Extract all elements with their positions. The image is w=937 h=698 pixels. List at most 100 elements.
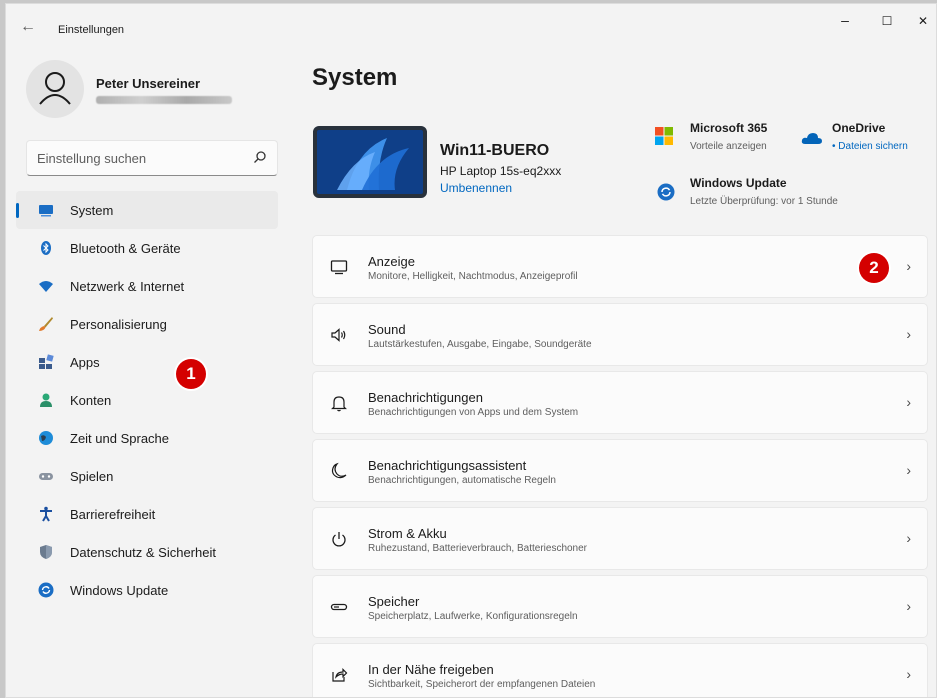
storage-icon — [330, 603, 348, 611]
back-button[interactable]: ← — [20, 18, 36, 36]
minimize-button[interactable]: – — [822, 12, 868, 28]
user-name: Peter Unsereiner — [96, 76, 201, 91]
rename-link[interactable]: Umbenennen — [440, 181, 512, 195]
sidebar-item-label: Apps — [70, 354, 100, 370]
sidebar-item-label: Personalisierung — [70, 316, 167, 332]
chevron-right-icon: › — [906, 530, 911, 546]
device-name: Win11-BUERO — [440, 142, 550, 159]
settings-card-nearby-sharing[interactable]: In der Nähe freigeben Sichtbarkeit, Spei… — [312, 643, 928, 697]
system-icon — [39, 205, 53, 217]
sidebar-item-system[interactable]: System — [16, 191, 278, 229]
sidebar-item-label: Windows Update — [70, 582, 169, 598]
power-icon — [332, 532, 346, 547]
search-input[interactable]: Einstellung suchen — [37, 151, 146, 166]
network-icon — [39, 281, 53, 292]
sidebar-item-privacy-security[interactable]: Datenschutz & Sicherheit — [16, 533, 278, 571]
card-subtitle: Sichtbarkeit, Speicherort der empfangene… — [368, 679, 596, 690]
settings-list: Anzeige Monitore, Helligkeit, Nachtmodus… — [312, 235, 928, 697]
device-model: HP Laptop 15s-eq2xxx — [440, 164, 562, 178]
sidebar-nav: System Bluetooth & Geräte Netzwerk & Int… — [16, 191, 278, 609]
account-icon — [40, 393, 52, 407]
card-title: Sound — [368, 322, 406, 337]
search-icon[interactable] — [253, 150, 267, 164]
onedrive-icon — [801, 133, 822, 144]
globe-icon — [39, 431, 53, 445]
device-image — [313, 126, 427, 198]
settings-window: ← Einstellungen – ☐ ✕ Peter Unsereiner E… — [5, 3, 937, 698]
chevron-right-icon: › — [906, 258, 911, 274]
chevron-right-icon: › — [906, 326, 911, 342]
card-subtitle: Lautstärkestufen, Ausgabe, Eingabe, Soun… — [368, 339, 592, 350]
active-indicator — [16, 203, 19, 218]
card-subtitle: Ruhezustand, Batterieverbrauch, Batterie… — [368, 543, 588, 554]
accessibility-icon — [40, 506, 52, 522]
sidebar-item-time-language[interactable]: Zeit und Sprache — [16, 419, 278, 457]
sidebar-item-label: Barrierefreiheit — [70, 506, 156, 522]
settings-card-display[interactable]: Anzeige Monitore, Helligkeit, Nachtmodus… — [312, 235, 928, 298]
sidebar-item-bluetooth[interactable]: Bluetooth & Geräte — [16, 229, 278, 267]
annotation-badge-2: 2 — [859, 253, 889, 283]
chevron-right-icon: › — [906, 462, 911, 478]
windows-update-sub: Letzte Überprüfung: vor 1 Stunde — [690, 196, 838, 207]
chevron-right-icon: › — [906, 666, 911, 682]
gamepad-icon — [39, 473, 53, 480]
sidebar-item-label: Spielen — [70, 468, 114, 484]
title-bar: ← Einstellungen – ☐ ✕ — [6, 4, 936, 48]
apps-icon — [39, 354, 54, 369]
sidebar-item-apps[interactable]: Apps — [16, 343, 278, 381]
sidebar-item-label: Zeit und Sprache — [70, 430, 170, 446]
brush-icon — [39, 317, 53, 331]
sidebar-item-label: Bluetooth & Geräte — [70, 240, 181, 256]
update-icon — [38, 582, 54, 598]
card-title: Benachrichtigungsassistent — [368, 458, 527, 473]
windows-update-icon — [657, 183, 675, 201]
microsoft-365-sub: Vorteile anzeigen — [690, 141, 767, 152]
card-title: Anzeige — [368, 254, 415, 269]
monitor-icon — [330, 260, 348, 275]
search-box[interactable]: Einstellung suchen — [26, 140, 278, 176]
sidebar-item-windows-update[interactable]: Windows Update — [16, 571, 278, 609]
card-title: Speicher — [368, 594, 420, 609]
close-button[interactable]: ✕ — [900, 14, 936, 28]
window-title: Einstellungen — [58, 24, 125, 36]
card-subtitle: Benachrichtigungen von Apps und dem Syst… — [368, 407, 579, 418]
onedrive-sub: • Dateien sichern — [832, 141, 908, 152]
settings-card-sound[interactable]: Sound Lautstärkestufen, Ausgabe, Eingabe… — [312, 303, 928, 366]
settings-card-notifications[interactable]: Benachrichtigungen Benachrichtigungen vo… — [312, 371, 928, 434]
settings-card-storage[interactable]: Speicher Speicherplatz, Laufwerke, Konfi… — [312, 575, 928, 638]
sidebar-item-label: Netzwerk & Internet — [70, 278, 185, 294]
card-title: In der Nähe freigeben — [368, 662, 494, 677]
sidebar-item-label: Konten — [70, 392, 112, 408]
chevron-right-icon: › — [906, 394, 911, 410]
share-icon — [332, 668, 348, 682]
onedrive-title: OneDrive — [832, 121, 886, 135]
avatar[interactable] — [26, 60, 84, 118]
shield-icon — [40, 545, 52, 559]
card-subtitle: Speicherplatz, Laufwerke, Konfigurations… — [368, 611, 578, 622]
sidebar-item-label: System — [70, 202, 114, 218]
user-email-redacted — [96, 96, 232, 104]
card-title: Benachrichtigungen — [368, 390, 483, 405]
card-subtitle: Monitore, Helligkeit, Nachtmodus, Anzeig… — [368, 271, 578, 282]
page-title: System — [312, 64, 398, 91]
settings-card-focus-assist[interactable]: Benachrichtigungsassistent Benachrichtig… — [312, 439, 928, 502]
bluetooth-icon — [41, 241, 51, 255]
windows-bloom-wallpaper — [317, 130, 423, 194]
windows-update-title: Windows Update — [690, 176, 787, 190]
person-icon — [39, 72, 71, 105]
chevron-right-icon: › — [906, 598, 911, 614]
bell-icon — [331, 396, 347, 412]
sidebar-item-network[interactable]: Netzwerk & Internet — [16, 267, 278, 305]
sidebar-item-accessibility[interactable]: Barrierefreiheit — [16, 495, 278, 533]
sidebar-item-gaming[interactable]: Spielen — [16, 457, 278, 495]
speaker-icon — [331, 328, 346, 342]
microsoft-365-title: Microsoft 365 — [690, 121, 768, 135]
settings-card-power-battery[interactable]: Strom & Akku Ruhezustand, Batterieverbra… — [312, 507, 928, 570]
moon-icon — [331, 462, 347, 479]
microsoft-365-icon — [655, 127, 673, 145]
sidebar-item-label: Datenschutz & Sicherheit — [70, 544, 216, 560]
card-title: Strom & Akku — [368, 526, 447, 541]
sidebar-item-accounts[interactable]: Konten — [16, 381, 278, 419]
annotation-badge-1: 1 — [176, 359, 206, 389]
sidebar-item-personalization[interactable]: Personalisierung — [16, 305, 278, 343]
